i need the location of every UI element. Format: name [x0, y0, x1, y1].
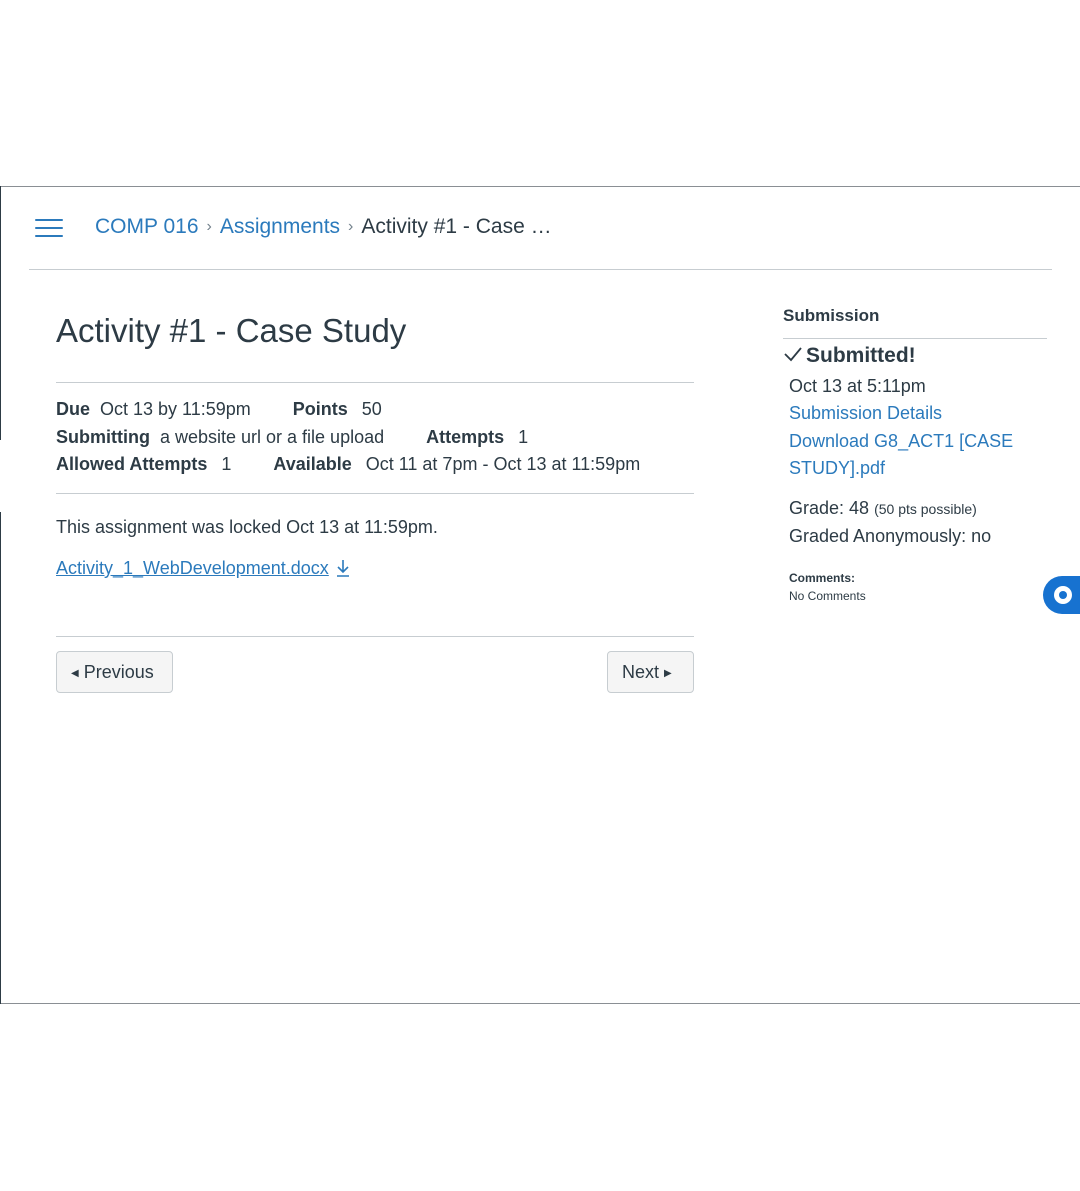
breadcrumb-course-link[interactable]: COMP 016 [95, 215, 199, 238]
caret-right-icon: ▶ [664, 668, 672, 679]
due-value: Oct 13 by 11:59pm [100, 399, 251, 419]
meta-row-submitting: Submitting a website url or a file upload… [56, 425, 528, 449]
next-label: Next [622, 662, 660, 682]
graded-anonymously: Graded Anonymously: no [789, 526, 992, 546]
allowed-attempts-label: Allowed Attempts [56, 454, 208, 474]
grade-possible: (50 pts possible) [874, 501, 977, 517]
chevron-right-icon: › [206, 218, 212, 235]
divider [56, 382, 694, 383]
download-submission-link[interactable]: Download G8_ACT1 [CASE [789, 431, 1013, 451]
previous-button[interactable]: ◀ Previous [56, 651, 173, 693]
due-label: Due [56, 399, 91, 419]
points-value: 50 [361, 399, 382, 419]
divider [56, 636, 694, 637]
checkmark-icon [784, 347, 802, 362]
page-title: Activity #1 - Case Study [56, 312, 407, 349]
allowed-attempts-value: 1 [221, 454, 232, 474]
submission-status: Submitted! [783, 343, 916, 369]
comments-value: No Comments [789, 589, 866, 603]
attempts-value: 1 [518, 427, 529, 447]
available-label: Available [273, 454, 352, 474]
sidebar-divider [783, 338, 1047, 339]
breadcrumb-current: Activity #1 - Case … [361, 215, 552, 238]
points-label: Points [292, 399, 348, 419]
attempts-label: Attempts [426, 427, 505, 447]
grade-value: Grade: 48 [789, 498, 870, 518]
chevron-right-icon: › [348, 218, 354, 235]
download-submission-link-cont[interactable]: STUDY].pdf [789, 458, 885, 478]
locked-notice: This assignment was locked Oct 13 at 11:… [56, 517, 438, 537]
caret-left-icon: ◀ [71, 668, 79, 679]
meta-row-due: Due Oct 13 by 11:59pm Points 50 [56, 397, 382, 421]
left-border [0, 512, 1, 1004]
breadcrumb-assignments-link[interactable]: Assignments [220, 215, 340, 238]
hamburger-menu-icon[interactable] [35, 219, 63, 239]
grade: Grade: 48 (50 pts possible) [789, 496, 977, 521]
previous-label: Previous [83, 662, 154, 682]
chat-bubble-icon[interactable] [1043, 576, 1080, 614]
attachment-link[interactable]: Activity_1_WebDevelopment.docx [56, 556, 351, 580]
divider [56, 493, 694, 494]
download-icon [336, 560, 349, 577]
attachment-filename: Activity_1_WebDevelopment.docx [56, 558, 329, 578]
submission-details-link[interactable]: Submission Details [789, 403, 942, 423]
submitted-time: Oct 13 at 5:11pm [789, 376, 926, 396]
available-value: Oct 11 at 7pm - Oct 13 at 11:59pm [365, 454, 641, 474]
breadcrumb: COMP 016 › Assignments › Activity #1 - Case … [95, 213, 552, 243]
status-text: Submitted! [806, 344, 916, 367]
header-divider [29, 269, 1052, 270]
next-button[interactable]: Next ▶ [607, 651, 694, 693]
submitting-label: Submitting [56, 427, 150, 447]
comments-label: Comments: [789, 571, 856, 585]
submission-heading: Submission [783, 306, 880, 325]
meta-row-allowed: Allowed Attempts 1 Available Oct 11 at 7pm … [56, 452, 640, 476]
left-border [0, 186, 1, 440]
submitting-value: a website url or a file upload [159, 427, 385, 447]
